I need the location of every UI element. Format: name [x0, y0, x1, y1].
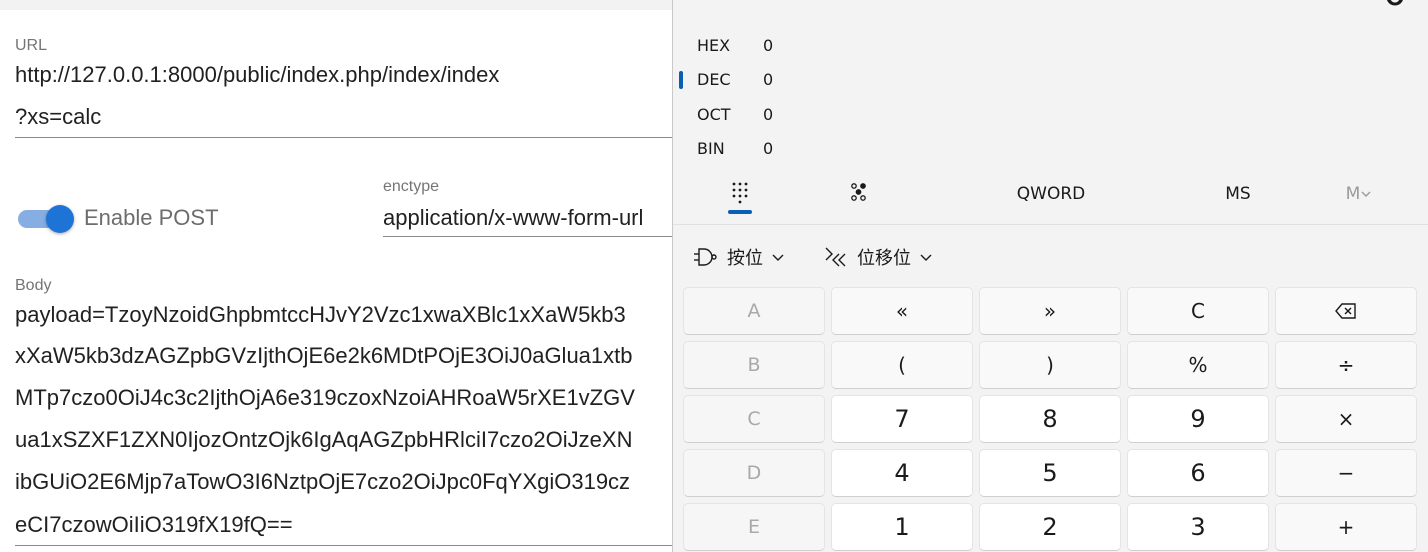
backspace-icon: [1335, 303, 1356, 319]
key-hex-e[interactable]: E: [683, 503, 825, 551]
key-hex-b[interactable]: B: [683, 341, 825, 389]
key-right-paren[interactable]: ): [979, 341, 1121, 389]
bitshift-label: 位移位: [857, 248, 911, 269]
enctype-label: enctype: [383, 178, 440, 195]
key-2[interactable]: 2: [979, 503, 1121, 551]
key-1[interactable]: 1: [831, 503, 973, 551]
key-hex-c[interactable]: C: [683, 395, 825, 443]
url-input-line1[interactable]: http://127.0.0.1:8000/public/index.php/i…: [15, 62, 499, 88]
url-input-line2[interactable]: ?xs=calc: [15, 104, 101, 130]
enctype-underline: [383, 236, 675, 237]
key-minus[interactable]: −: [1275, 449, 1417, 497]
radix-selected-indicator: [679, 71, 683, 89]
key-percent[interactable]: %: [1127, 341, 1269, 389]
keypad-icon: [732, 182, 748, 204]
radix-value: 0: [763, 36, 774, 55]
chevron-down-icon: [1361, 191, 1371, 197]
body-line: payload=TzoyNzoidGhpbmtccHJvY2Vzc1xwaXBl…: [15, 302, 626, 327]
radix-name: BIN: [697, 139, 725, 158]
radix-value: 0: [763, 139, 774, 158]
body-line: ibGUiO2E6Mjp7aTowO3I6NztpOjE7czo2OiJpc0F…: [15, 469, 631, 494]
body-label: Body: [15, 277, 52, 294]
body-line: MTp7czo0OiJ4c3c2IjthOjA6e319czoxNzoiAHRo…: [15, 385, 635, 410]
enable-post-toggle[interactable]: [18, 205, 76, 233]
calculator-window: 0 HEX 0 DEC 0 OCT 0 BIN 0: [672, 0, 1428, 552]
logic-gate-icon: [694, 248, 717, 266]
key-divide[interactable]: ÷: [1275, 341, 1417, 389]
radix-name: HEX: [697, 36, 731, 55]
key-left-shift[interactable]: «: [831, 287, 973, 335]
chevron-down-icon: [920, 254, 932, 261]
word-size-button[interactable]: QWORD: [993, 176, 1109, 212]
memory-store-button[interactable]: MS: [1203, 176, 1273, 212]
key-4[interactable]: 4: [831, 449, 973, 497]
radix-value: 0: [763, 70, 774, 89]
url-label: URL: [15, 37, 48, 54]
enctype-select[interactable]: application/x-www-form-url: [383, 205, 643, 231]
key-3[interactable]: 3: [1127, 503, 1269, 551]
key-hex-a[interactable]: A: [683, 287, 825, 335]
key-6[interactable]: 6: [1127, 449, 1269, 497]
key-multiply[interactable]: ×: [1275, 395, 1417, 443]
key-hex-d[interactable]: D: [683, 449, 825, 497]
radix-name: OCT: [697, 105, 731, 124]
key-left-paren[interactable]: (: [831, 341, 973, 389]
key-7[interactable]: 7: [831, 395, 973, 443]
key-backspace[interactable]: [1275, 287, 1417, 335]
body-line: eCI7czowOiIiO319fX19fQ==: [15, 512, 293, 537]
radix-value: 0: [763, 105, 774, 124]
key-9[interactable]: 9: [1127, 395, 1269, 443]
memory-menu-button[interactable]: M: [1337, 176, 1381, 212]
bitshift-dropdown[interactable]: 位移位: [823, 242, 933, 272]
bit-toggle-keypad-button[interactable]: [841, 176, 877, 212]
key-clear[interactable]: C: [1127, 287, 1269, 335]
key-plus[interactable]: +: [1275, 503, 1417, 551]
keypad-selected-indicator: [728, 210, 752, 214]
full-keypad-button[interactable]: [723, 176, 757, 212]
body-underline: [15, 545, 675, 546]
bitwise-dropdown[interactable]: 按位: [693, 242, 785, 272]
bit-keypad-icon: [851, 183, 866, 201]
radix-name: DEC: [697, 70, 731, 89]
body-line: xXaW5kb3dzAGZpbGVzIjthOjE6e2k6MDtPOjE3Oi…: [15, 343, 633, 368]
memory-menu-label: M: [1345, 184, 1361, 204]
key-right-shift[interactable]: »: [979, 287, 1121, 335]
key-5[interactable]: 5: [979, 449, 1121, 497]
top-bar: [0, 0, 700, 10]
key-8[interactable]: 8: [979, 395, 1121, 443]
url-underline: [15, 137, 675, 138]
toggle-knob: [46, 205, 74, 233]
enable-post-label: Enable POST: [84, 205, 219, 230]
divider: [673, 224, 1428, 225]
bitwise-label: 按位: [727, 248, 763, 269]
chevron-down-icon: [772, 254, 784, 261]
calculator-display: 0: [1383, 0, 1407, 14]
bit-shift-icon: [825, 247, 846, 267]
body-line: ua1xSZXF1ZXN0IjozOntzOjk6IgAqAGZpbHRlciI…: [15, 427, 633, 452]
